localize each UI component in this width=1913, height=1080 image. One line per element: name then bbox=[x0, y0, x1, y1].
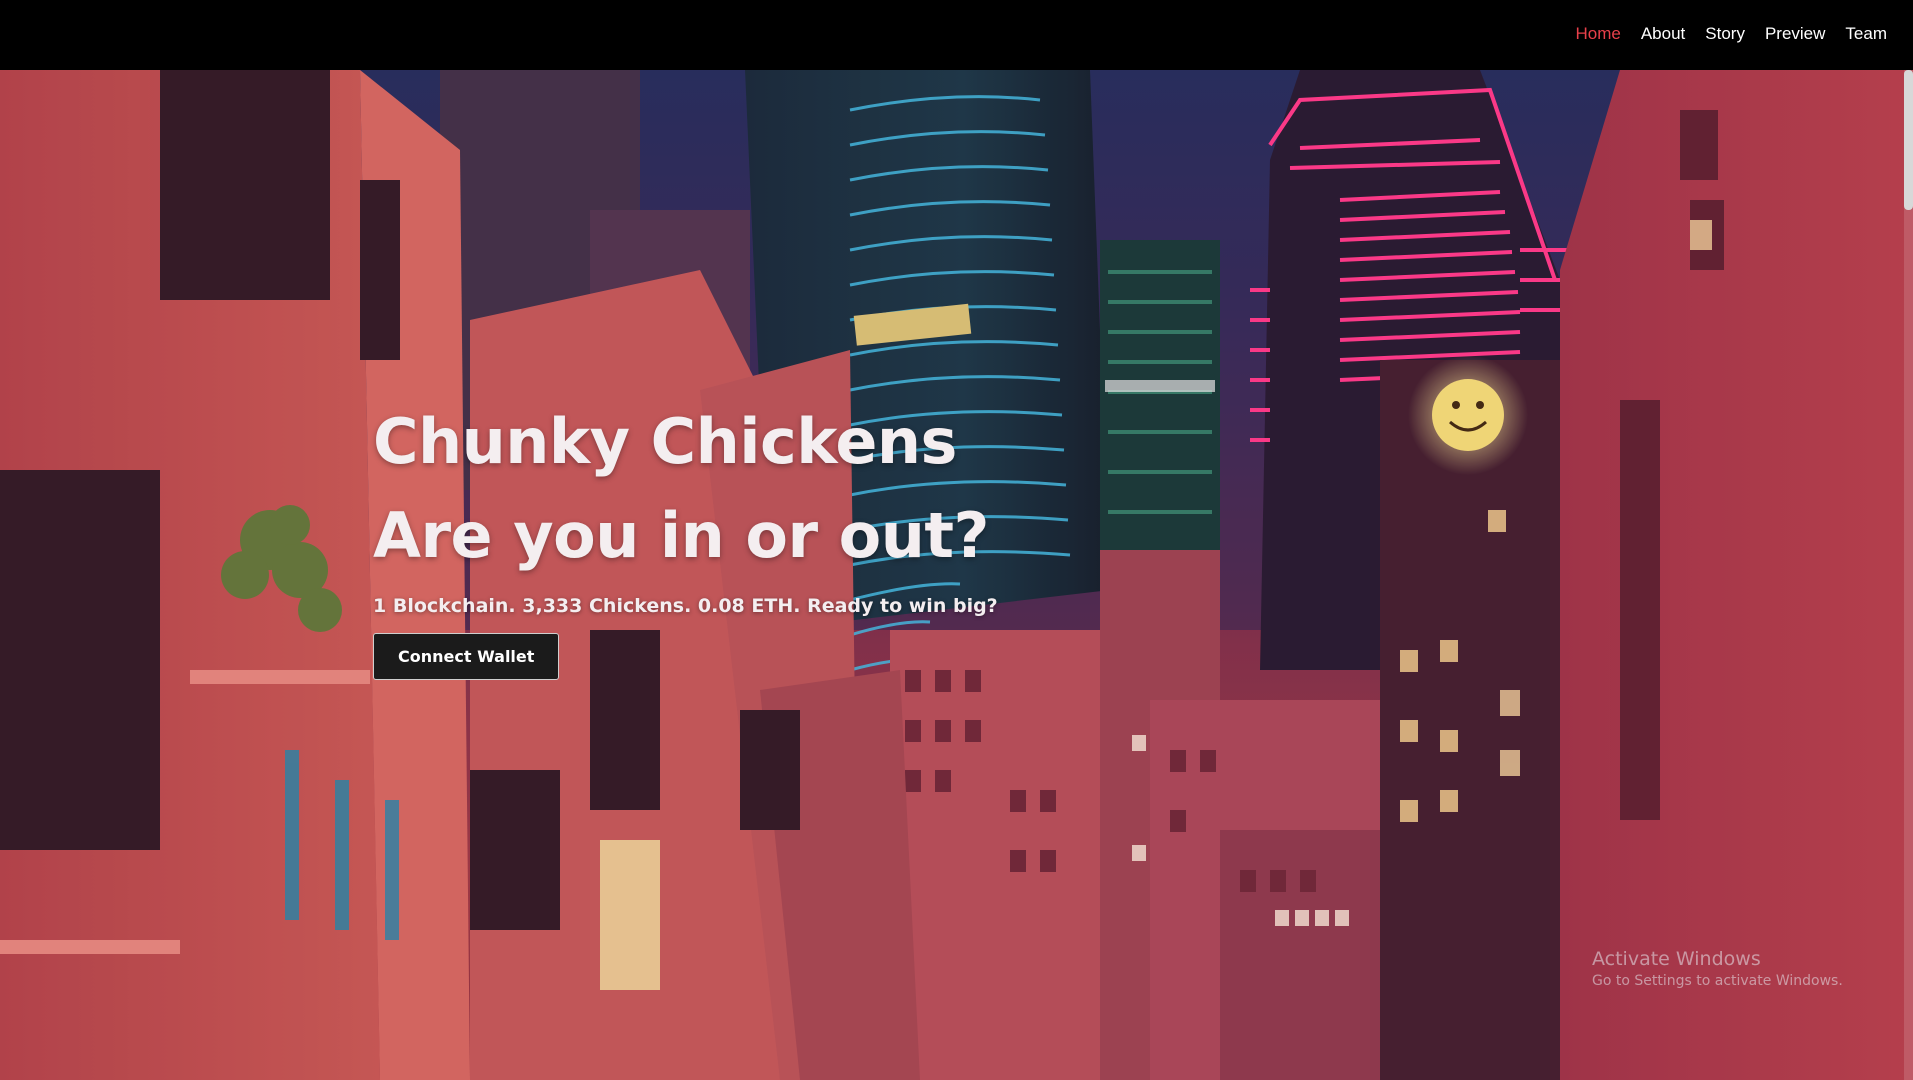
nav-story-link[interactable]: Story bbox=[1705, 24, 1745, 44]
page: Home About Story Preview Team Chunky Chi… bbox=[0, 0, 1913, 1080]
nav-preview-link[interactable]: Preview bbox=[1765, 24, 1825, 44]
page-scrollbar[interactable] bbox=[1904, 70, 1913, 1080]
hero-title-line-1: Chunky Chickens bbox=[373, 405, 957, 478]
hero-title: Chunky Chickens Are you in or out? bbox=[373, 395, 998, 583]
connect-wallet-button[interactable]: Connect Wallet bbox=[373, 633, 560, 680]
top-navbar: Home About Story Preview Team bbox=[0, 0, 1913, 70]
nav-about-link[interactable]: About bbox=[1641, 24, 1685, 44]
watermark-subtitle: Go to Settings to activate Windows. bbox=[1592, 973, 1843, 989]
watermark-title: Activate Windows bbox=[1592, 948, 1761, 970]
scrollbar-thumb[interactable] bbox=[1904, 70, 1913, 210]
nav-team-link[interactable]: Team bbox=[1845, 24, 1887, 44]
nav-links: Home About Story Preview Team bbox=[1575, 24, 1887, 44]
hero-title-line-2: Are you in or out? bbox=[373, 499, 990, 572]
hero-subtitle: 1 Blockchain. 3,333 Chickens. 0.08 ETH. … bbox=[373, 595, 998, 617]
hero-section: Chunky Chickens Are you in or out? 1 Blo… bbox=[0, 70, 1913, 1080]
nav-home-link[interactable]: Home bbox=[1575, 24, 1620, 44]
activate-windows-watermark: Activate Windows Go to Settings to activ… bbox=[1592, 947, 1843, 991]
hero-content: Chunky Chickens Are you in or out? 1 Blo… bbox=[373, 395, 998, 680]
